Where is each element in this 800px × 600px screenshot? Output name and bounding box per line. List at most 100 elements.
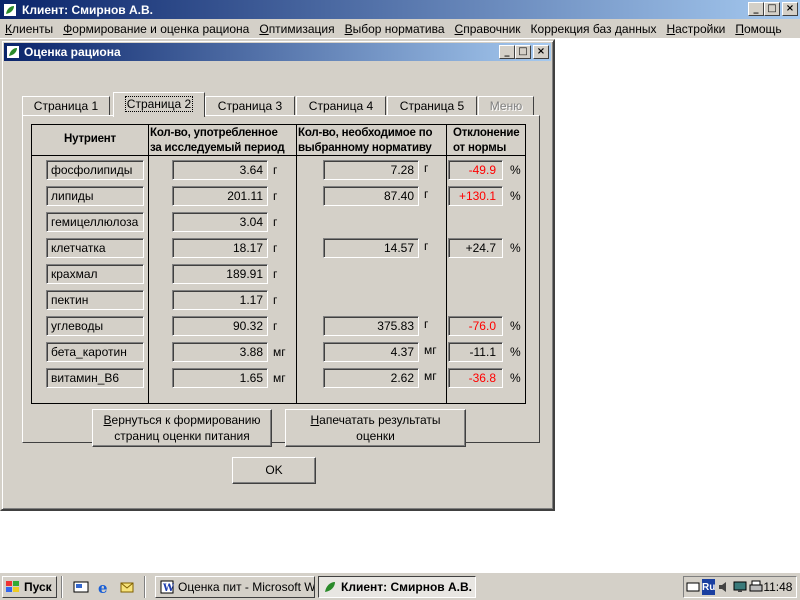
required-unit: г xyxy=(424,161,429,175)
consumed-value-field: 3.88 xyxy=(172,342,268,362)
clock: 11:48 xyxy=(763,580,793,594)
volume-speaker-icon[interactable] xyxy=(717,579,731,595)
deviation-percent-unit: % xyxy=(510,241,521,255)
menu-item-5[interactable]: Коррекция баз данных xyxy=(526,22,662,36)
dialog-leaf-icon xyxy=(6,44,20,60)
required-value-field: 2.62 xyxy=(323,368,419,388)
deviation-percent-unit: % xyxy=(510,345,521,359)
consumed-unit: г xyxy=(273,267,278,281)
nutrient-name-field: клетчатка xyxy=(46,238,144,258)
taskbar-task-client[interactable]: Клиент: Смирнов А.В. xyxy=(318,576,476,598)
keyboard-switcher-icon[interactable] xyxy=(686,579,700,595)
consumed-unit: г xyxy=(273,163,278,177)
app-leaf-icon xyxy=(2,2,18,18)
nutrient-name-field: липиды xyxy=(46,186,144,206)
internet-explorer-icon[interactable]: e xyxy=(95,578,113,596)
required-unit: г xyxy=(424,187,429,201)
consumed-unit: мг xyxy=(273,345,286,359)
system-tray: Ru 11:48 xyxy=(683,576,797,598)
header-deviation: Отклонение от нормы xyxy=(453,127,520,154)
taskbar-task-word[interactable]: W Оценка пит - Microsoft W... xyxy=(155,576,315,598)
tab-page-1[interactable]: Страница 1 xyxy=(22,96,110,117)
ration-evaluation-window: Оценка рациона _ □ × Страница 1 Страница… xyxy=(0,39,555,511)
taskbar: Пуск e W Оценка пит - Microsoft W... Кли… xyxy=(0,572,800,600)
monitor-icon[interactable] xyxy=(733,579,747,595)
consumed-unit: г xyxy=(273,241,278,255)
nutrient-name-field: крахмал xyxy=(46,264,144,284)
menu-item-1[interactable]: Формирование и оценка рациона xyxy=(58,22,254,36)
required-unit: мг xyxy=(424,369,437,383)
consumed-value-field: 189.91 xyxy=(172,264,268,284)
dialog-minimize-button[interactable]: _ xyxy=(499,45,515,59)
tab-page-2[interactable]: Страница 2 xyxy=(113,92,205,117)
close-button[interactable]: × xyxy=(782,2,798,16)
menu-item-0[interactable]: Клиенты xyxy=(0,22,58,36)
back-to-forming-button[interactable]: Вернуться к формированию страниц оценки … xyxy=(92,409,272,447)
tab-page-5[interactable]: Страница 5 xyxy=(387,96,477,117)
header-required: Кол-во, необходимое по выбранному нормати… xyxy=(298,127,433,154)
menu-item-7[interactable]: Помощь xyxy=(730,22,786,36)
main-window-title: Клиент: Смирнов А.В. xyxy=(22,2,153,17)
required-unit: мг xyxy=(424,343,437,357)
dialog-maximize-button[interactable]: □ xyxy=(515,45,531,59)
deviation-percent-unit: % xyxy=(510,163,521,177)
required-value-field: 375.83 xyxy=(323,316,419,336)
consumed-value-field: 3.64 xyxy=(172,160,268,180)
nutrient-name-field: витамин_В6 xyxy=(46,368,144,388)
nutrient-grid: Нутриент Кол-во, употребленное за исследу… xyxy=(31,124,526,404)
deviation-percent-unit: % xyxy=(510,371,521,385)
word-document-icon: W xyxy=(160,580,174,594)
required-value-field: 14.57 xyxy=(323,238,419,258)
windows-logo-icon xyxy=(5,580,21,594)
menu-item-2[interactable]: Оптимизация xyxy=(254,22,339,36)
tab-page-3[interactable]: Страница 3 xyxy=(205,96,295,117)
nutrient-name-field: бета_каротин xyxy=(46,342,144,362)
minimize-button[interactable]: _ xyxy=(748,2,764,16)
nutrient-name-field: углеводы xyxy=(46,316,144,336)
deviation-value-field: -36.8 xyxy=(448,368,503,388)
consumed-value-field: 1.17 xyxy=(172,290,268,310)
consumed-value-field: 90.32 xyxy=(172,316,268,336)
main-titlebar[interactable]: Клиент: Смирнов А.В. _ □ × xyxy=(0,0,800,19)
tab-menu[interactable]: Меню xyxy=(478,96,534,117)
svg-text:W: W xyxy=(162,583,174,594)
consumed-unit: г xyxy=(273,319,278,333)
dialog-titlebar[interactable]: Оценка рациона _ □ × xyxy=(4,43,551,61)
required-value-field: 7.28 xyxy=(323,160,419,180)
consumed-unit: г xyxy=(273,293,278,307)
deviation-value-field: -11.1 xyxy=(448,342,503,362)
tab-page-4[interactable]: Страница 4 xyxy=(296,96,386,117)
dialog-close-button[interactable]: × xyxy=(533,45,549,59)
nutrient-name-field: фосфолипиды xyxy=(46,160,144,180)
svg-text:e: e xyxy=(98,579,108,595)
printer-icon[interactable] xyxy=(749,579,763,595)
header-nutrient: Нутриент xyxy=(64,133,116,145)
deviation-value-field: +130.1 xyxy=(448,186,503,206)
deviation-value-field: +24.7 xyxy=(448,238,503,258)
deviation-value-field: -49.9 xyxy=(448,160,503,180)
language-indicator[interactable]: Ru xyxy=(702,579,716,595)
dialog-title: Оценка рациона xyxy=(24,45,121,59)
ok-button[interactable]: OK xyxy=(232,457,316,484)
tab-panel: Нутриент Кол-во, употребленное за исследу… xyxy=(22,115,540,443)
consumed-value-field: 3.04 xyxy=(172,212,268,232)
client-app-leaf-icon xyxy=(323,580,337,594)
consumed-unit: г xyxy=(273,215,278,229)
required-value-field: 87.40 xyxy=(323,186,419,206)
nutrient-name-field: пектин xyxy=(46,290,144,310)
show-desktop-icon[interactable] xyxy=(72,578,90,596)
consumed-unit: г xyxy=(273,189,278,203)
deviation-percent-unit: % xyxy=(510,319,521,333)
nutrient-name-field: гемицеллюлоза xyxy=(46,212,144,232)
menu-item-3[interactable]: Выбор норматива xyxy=(340,22,450,36)
start-button[interactable]: Пуск xyxy=(2,576,57,598)
menu-item-4[interactable]: Справочник xyxy=(450,22,526,36)
required-value-field: 4.37 xyxy=(323,342,419,362)
menu-item-6[interactable]: Настройки xyxy=(661,22,730,36)
header-consumed: Кол-во, употребленное за исследуемый пери… xyxy=(150,127,285,154)
print-results-button[interactable]: Напечатать результаты оценки xyxy=(285,409,466,447)
required-unit: г xyxy=(424,239,429,253)
required-unit: г xyxy=(424,317,429,331)
maximize-button[interactable]: □ xyxy=(764,2,780,16)
outlook-express-icon[interactable] xyxy=(118,578,136,596)
